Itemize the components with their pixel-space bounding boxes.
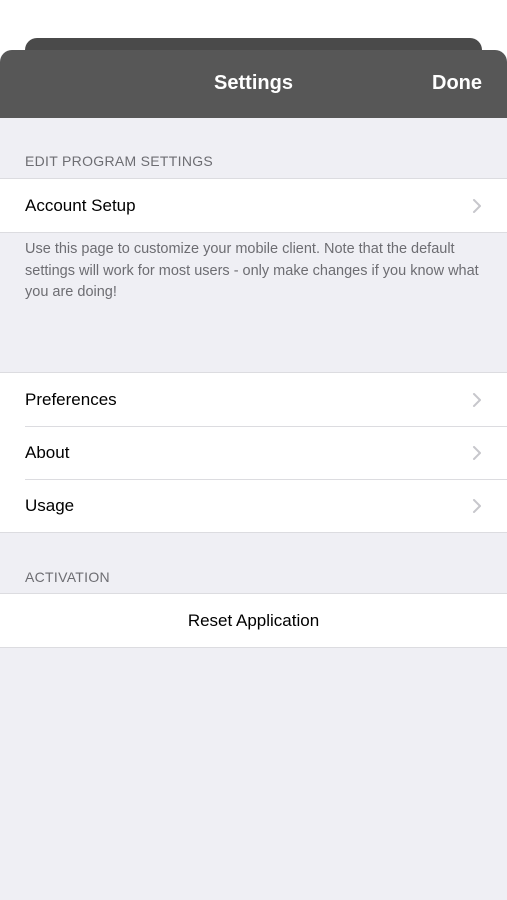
done-button[interactable]: Done (432, 72, 482, 95)
preferences-row[interactable]: Preferences (0, 373, 507, 426)
edit-program-group: Account Setup (0, 178, 507, 233)
account-setup-label: Account Setup (25, 195, 136, 215)
navigation-bar: Settings Done (0, 50, 507, 118)
activation-group: Reset Application (0, 593, 507, 648)
section-footer-note: Use this page to customize your mobile c… (25, 241, 479, 300)
section-header-activation: ACTIVATION (25, 569, 110, 585)
reset-application-button[interactable]: Reset Application (0, 594, 507, 647)
usage-row[interactable]: Usage (0, 479, 507, 532)
chevron-right-icon (473, 392, 481, 407)
account-setup-row[interactable]: Account Setup (0, 179, 507, 232)
chevron-right-icon (473, 198, 481, 213)
usage-label: Usage (25, 495, 75, 515)
general-group: Preferences About Usage (0, 372, 507, 533)
preferences-label: Preferences (25, 389, 117, 409)
page-title: Settings (214, 72, 293, 94)
about-label: About (25, 442, 70, 462)
section-header-edit-program: EDIT PROGRAM SETTINGS (25, 153, 214, 169)
about-row[interactable]: About (0, 426, 507, 479)
chevron-right-icon (473, 445, 481, 460)
settings-sheet: Settings Done EDIT PROGRAM SETTINGS Acco… (0, 50, 507, 900)
chevron-right-icon (473, 498, 481, 513)
